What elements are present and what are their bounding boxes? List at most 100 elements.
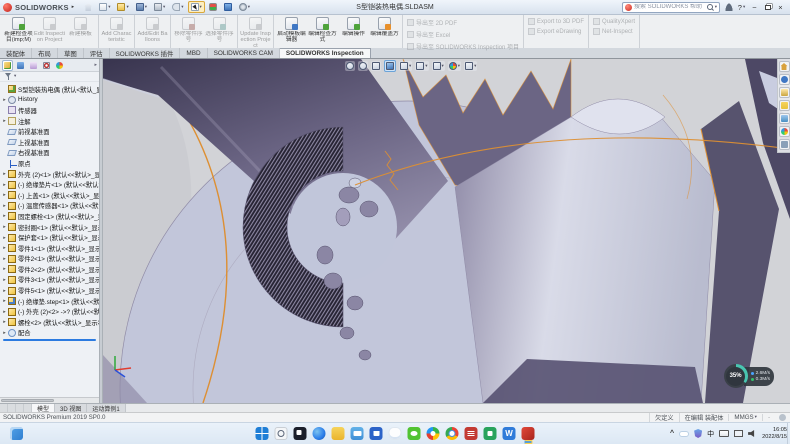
expand-arrow-icon[interactable]: ▸ bbox=[1, 224, 8, 230]
configurationmanager-tab[interactable] bbox=[28, 60, 39, 71]
solidworks-taskbar-icon[interactable] bbox=[522, 427, 535, 440]
file-explorer-taskbar-icon[interactable] bbox=[332, 427, 345, 440]
onedrive-taskbar-icon[interactable] bbox=[389, 427, 402, 440]
tree-item[interactable]: ▸注解 bbox=[1, 116, 99, 127]
tree-item[interactable]: ▸History bbox=[1, 95, 99, 106]
ribbon-tab[interactable]: 布局 bbox=[32, 48, 58, 58]
new-document-button[interactable]: ▾ bbox=[96, 1, 113, 13]
wechat-taskbar-icon[interactable] bbox=[408, 427, 421, 440]
mail-taskbar-icon[interactable] bbox=[351, 427, 364, 440]
hide-show-items-button[interactable]: ▾ bbox=[432, 61, 445, 71]
tab-scroll-button[interactable] bbox=[24, 404, 32, 412]
expand-arrow-icon[interactable]: ▸ bbox=[1, 298, 8, 304]
expand-arrow-icon[interactable]: ▸ bbox=[1, 235, 8, 241]
start-taskbar-icon[interactable] bbox=[256, 427, 269, 440]
filter-caret-icon[interactable]: ▾ bbox=[14, 74, 16, 79]
zoom-area-button[interactable] bbox=[358, 61, 368, 71]
ribbon-tab[interactable]: 草图 bbox=[58, 48, 84, 58]
onedrive-tray-icon[interactable] bbox=[679, 431, 689, 437]
tree-item[interactable]: ▸(-) 温度传感器<1> (默认<<默认>_ bbox=[1, 201, 99, 212]
home-button[interactable] bbox=[81, 1, 95, 13]
doc-tab[interactable]: 运动算例1 bbox=[87, 404, 125, 412]
expand-arrow-icon[interactable]: ▸ bbox=[1, 256, 8, 262]
ribbon-tab[interactable]: 评估 bbox=[84, 48, 110, 58]
expand-arrow-icon[interactable]: ▸ bbox=[1, 245, 8, 251]
tree-item[interactable]: ▸(-) 上盖<1> (默认<<默认>_显示状 bbox=[1, 190, 99, 201]
options-button[interactable]: ▾ bbox=[236, 1, 253, 13]
widgets-icon[interactable] bbox=[10, 427, 23, 440]
rebuild-button[interactable] bbox=[206, 1, 220, 13]
design-library-button[interactable] bbox=[779, 87, 790, 98]
volume-tray-icon[interactable] bbox=[748, 430, 756, 437]
new-inspection-project-button[interactable]: 新建检查项目(imp;M) bbox=[3, 16, 34, 43]
propertymanager-tab[interactable] bbox=[15, 60, 26, 71]
open-button[interactable]: ▾ bbox=[114, 1, 131, 13]
featuremanager-tab[interactable] bbox=[2, 60, 13, 71]
status-tag-icon[interactable] bbox=[779, 414, 786, 421]
view-palette-button[interactable] bbox=[779, 113, 790, 124]
store-taskbar-icon[interactable] bbox=[370, 427, 383, 440]
close-button[interactable]: × bbox=[774, 1, 787, 13]
tree-item[interactable]: ▸保护套<1> (默认<<默认>_显示状 bbox=[1, 232, 99, 243]
expand-arrow-icon[interactable]: ▸ bbox=[1, 309, 8, 315]
expand-arrow-icon[interactable]: ▸ bbox=[1, 192, 8, 198]
zoom-fit-button[interactable] bbox=[345, 61, 355, 71]
tree-item[interactable]: 传感器 bbox=[1, 105, 99, 116]
tree-item[interactable]: 前视基准面 bbox=[1, 126, 99, 137]
monitor-tray-icon[interactable] bbox=[734, 430, 743, 437]
graphics-viewport[interactable]: ▾▾▾▾▾ 35% 2.6M/s0.3M/s bbox=[103, 59, 790, 403]
expand-arrow-icon[interactable]: ▸ bbox=[1, 277, 8, 283]
undo-button[interactable]: ▾ bbox=[169, 1, 186, 13]
expand-arrow-icon[interactable]: ▸ bbox=[1, 330, 8, 336]
view-settings-button[interactable]: ▾ bbox=[464, 61, 477, 71]
panel-tab-overflow-icon[interactable]: ▸ bbox=[94, 62, 97, 68]
tree-item[interactable]: ▸(-) 外壳 (2)<2> ->? (默认<<默认 bbox=[1, 306, 99, 317]
display-style-button[interactable]: ▾ bbox=[415, 61, 428, 71]
qualityxpert-button[interactable]: QualityXpert bbox=[593, 18, 635, 25]
tree-item[interactable]: ▸(-) 绝缘垫.step<1> (默认<<默认> bbox=[1, 296, 99, 307]
keyboard-tray-icon[interactable] bbox=[719, 430, 729, 437]
appearances-button[interactable] bbox=[779, 126, 790, 137]
export-sw-inspection-project-button[interactable]: 导出至 SOLIDWORKS Inspection 项目 bbox=[407, 42, 519, 51]
tab-scroll-button[interactable] bbox=[16, 404, 24, 412]
home-button[interactable] bbox=[779, 61, 790, 72]
help-search-box[interactable]: ▾ bbox=[622, 2, 720, 13]
add-characteristic-button[interactable]: Add Characteristic bbox=[101, 16, 132, 43]
doc-tab[interactable]: 3D 视图 bbox=[55, 404, 87, 412]
tree-item[interactable]: ▸配合 bbox=[1, 328, 99, 339]
rollback-bar[interactable] bbox=[3, 339, 96, 341]
export-2d-pdf-button[interactable]: 导出至 2D PDF bbox=[407, 18, 457, 27]
export-edrawing-button[interactable]: Export eDrawing bbox=[528, 28, 581, 35]
doc-tab[interactable]: 模型 bbox=[32, 404, 55, 412]
tree-item[interactable]: 原点 bbox=[1, 158, 99, 169]
add-edit-balloons-button[interactable]: Add/Edit Balloons bbox=[137, 16, 168, 43]
security-tray-icon[interactable] bbox=[694, 429, 702, 438]
tree-item[interactable]: 上视基准面 bbox=[1, 137, 99, 148]
tree-horizontal-scrollbar[interactable] bbox=[0, 397, 99, 403]
notes-taskbar-icon[interactable] bbox=[484, 427, 497, 440]
browser-360-taskbar-icon[interactable] bbox=[427, 427, 440, 440]
menu-expand-icon[interactable]: ▸ bbox=[72, 4, 75, 10]
edge-taskbar-icon[interactable] bbox=[313, 427, 326, 440]
search-taskbar-icon[interactable] bbox=[275, 427, 288, 440]
display-settings-button[interactable] bbox=[221, 1, 235, 13]
tree-item[interactable]: ▸零件2<2> (默认<<默认>_显示状态 bbox=[1, 264, 99, 275]
login-button[interactable] bbox=[722, 1, 735, 13]
ribbon-tab[interactable]: SOLIDWORKS CAM bbox=[208, 48, 280, 58]
tree-item[interactable]: ▸零件3<1> (默认<<默认>_显示状态 bbox=[1, 275, 99, 286]
ribbon-tab[interactable]: SOLIDWORKS Inspection bbox=[280, 48, 371, 58]
tree-item[interactable]: ▸零件5<1> (默认<<默认>_显示状态 bbox=[1, 285, 99, 296]
edit-inspection-project-button[interactable]: Edit Inspection Project bbox=[34, 16, 65, 43]
ribbon-tab[interactable]: 装配体 bbox=[0, 48, 32, 58]
expand-arrow-icon[interactable]: ▸ bbox=[1, 118, 8, 124]
expand-arrow-icon[interactable]: ▸ bbox=[1, 182, 8, 188]
save-button[interactable]: ▾ bbox=[133, 1, 150, 13]
clock[interactable]: 16:05 2022/8/15 bbox=[762, 427, 787, 440]
displaymanager-tab[interactable] bbox=[54, 60, 65, 71]
tray-expand-icon[interactable]: ^ bbox=[670, 430, 674, 437]
tree-item[interactable]: ▸零件1<1> (默认<<默认>_显示状态 bbox=[1, 243, 99, 254]
print-button[interactable]: ▾ bbox=[151, 1, 168, 13]
chrome-taskbar-icon[interactable] bbox=[446, 427, 459, 440]
edit-inspection-methods-button[interactable]: 编辑检查方式 bbox=[307, 16, 338, 43]
search-icon[interactable] bbox=[707, 4, 713, 10]
